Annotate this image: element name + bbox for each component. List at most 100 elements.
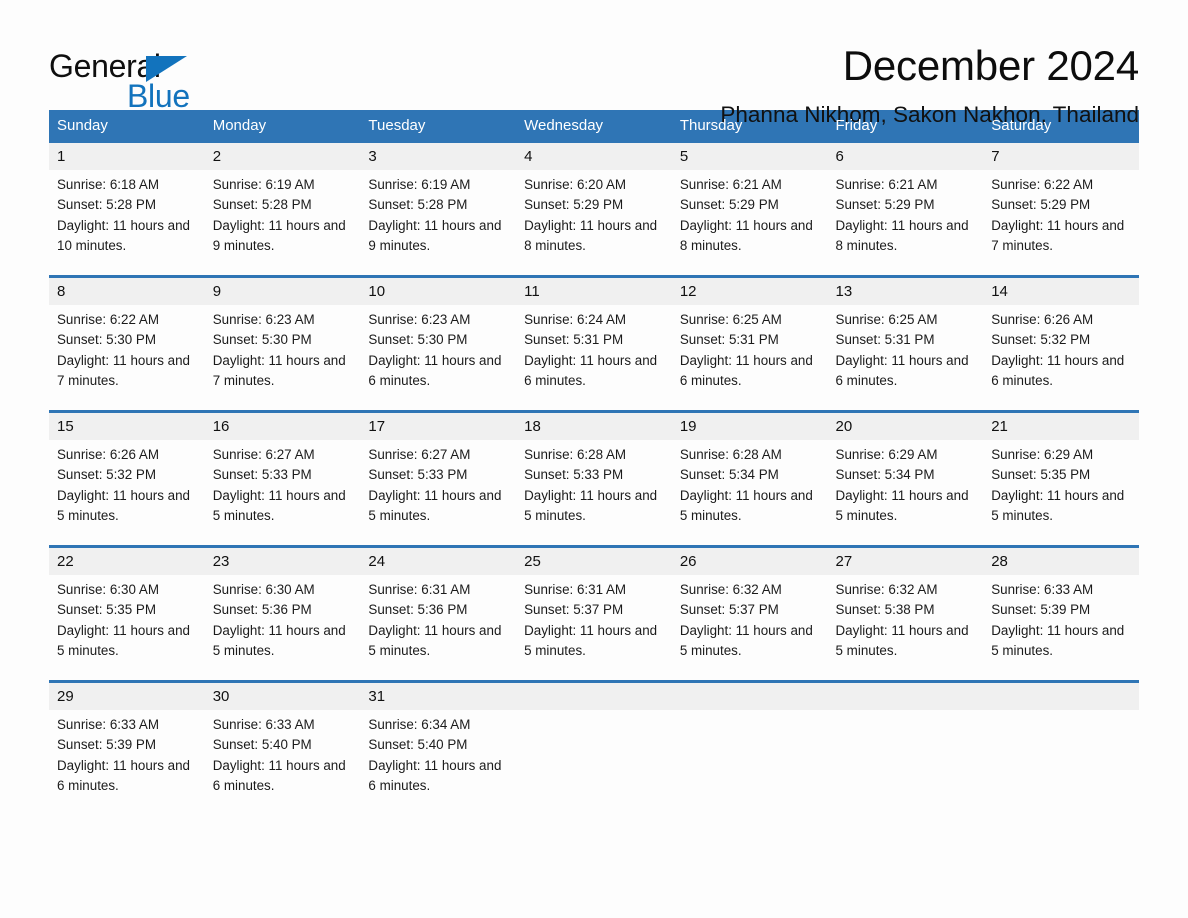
date-number[interactable]: 19 bbox=[671, 410, 828, 440]
sunrise-text: Sunrise: 6:29 AM bbox=[835, 447, 938, 462]
daylight-text: Daylight: 11 hours and 5 minutes. bbox=[991, 622, 1125, 659]
day-cell[interactable]: Sunrise: 6:31 AM Sunset: 5:36 PM Dayligh… bbox=[360, 575, 517, 682]
date-number-empty bbox=[516, 680, 672, 710]
week-4-date-number-row: 22 23 24 25 26 27 28 bbox=[49, 545, 1139, 575]
day-cell[interactable]: Sunrise: 6:26 AM Sunset: 5:32 PM Dayligh… bbox=[983, 305, 1139, 412]
day-cell[interactable]: Sunrise: 6:23 AM Sunset: 5:30 PM Dayligh… bbox=[360, 305, 517, 412]
sunset-text: Sunset: 5:32 PM bbox=[57, 467, 156, 483]
sunrise-text: Sunrise: 6:30 AM bbox=[57, 582, 159, 597]
sunset-text: Sunset: 5:29 PM bbox=[835, 197, 935, 213]
sunrise-text: Sunrise: 6:22 AM bbox=[57, 312, 159, 327]
date-number[interactable]: 27 bbox=[827, 545, 984, 575]
date-number[interactable]: 13 bbox=[827, 275, 984, 305]
day-cell[interactable]: Sunrise: 6:21 AM Sunset: 5:29 PM Dayligh… bbox=[671, 170, 828, 277]
day-cell[interactable]: Sunrise: 6:21 AM Sunset: 5:29 PM Dayligh… bbox=[827, 170, 984, 277]
day-cell[interactable]: Sunrise: 6:20 AM Sunset: 5:29 PM Dayligh… bbox=[516, 170, 672, 277]
sunrise-text: Sunrise: 6:32 AM bbox=[835, 582, 938, 597]
date-number[interactable]: 20 bbox=[827, 410, 984, 440]
daylight-text: Daylight: 11 hours and 10 minutes. bbox=[57, 217, 190, 254]
day-cell[interactable]: Sunrise: 6:19 AM Sunset: 5:28 PM Dayligh… bbox=[360, 170, 517, 277]
day-cell[interactable]: Sunrise: 6:25 AM Sunset: 5:31 PM Dayligh… bbox=[827, 305, 984, 412]
date-number[interactable]: 8 bbox=[49, 275, 205, 305]
date-number[interactable]: 21 bbox=[983, 410, 1139, 440]
sunset-text: Sunset: 5:28 PM bbox=[57, 197, 156, 213]
daylight-text: Daylight: 11 hours and 7 minutes. bbox=[57, 352, 190, 389]
generalblue-logo: General Blue bbox=[49, 44, 209, 114]
sunset-text: Sunset: 5:30 PM bbox=[368, 332, 468, 348]
sunset-text: Sunset: 5:38 PM bbox=[835, 602, 935, 618]
sunset-text: Sunset: 5:34 PM bbox=[835, 467, 935, 483]
date-number[interactable]: 23 bbox=[204, 545, 361, 575]
day-cell[interactable]: Sunrise: 6:24 AM Sunset: 5:31 PM Dayligh… bbox=[516, 305, 672, 412]
daylight-text: Daylight: 11 hours and 5 minutes. bbox=[212, 487, 346, 524]
sunset-text: Sunset: 5:40 PM bbox=[212, 737, 312, 753]
date-number[interactable]: 25 bbox=[516, 545, 672, 575]
date-number[interactable]: 7 bbox=[983, 143, 1139, 170]
day-cell[interactable]: Sunrise: 6:33 AM Sunset: 5:39 PM Dayligh… bbox=[49, 710, 205, 815]
daylight-text: Daylight: 11 hours and 6 minutes. bbox=[368, 757, 502, 794]
day-cell[interactable]: Sunrise: 6:33 AM Sunset: 5:39 PM Dayligh… bbox=[983, 575, 1139, 682]
date-number[interactable]: 11 bbox=[516, 275, 672, 305]
date-number[interactable]: 3 bbox=[360, 143, 517, 170]
day-cell[interactable]: Sunrise: 6:31 AM Sunset: 5:37 PM Dayligh… bbox=[516, 575, 672, 682]
date-number[interactable]: 17 bbox=[360, 410, 517, 440]
date-number[interactable]: 28 bbox=[983, 545, 1139, 575]
date-number[interactable]: 30 bbox=[204, 680, 361, 710]
day-cell[interactable]: Sunrise: 6:29 AM Sunset: 5:35 PM Dayligh… bbox=[983, 440, 1139, 547]
date-number[interactable]: 4 bbox=[516, 143, 672, 170]
day-cell[interactable]: Sunrise: 6:30 AM Sunset: 5:35 PM Dayligh… bbox=[49, 575, 205, 682]
date-number[interactable]: 29 bbox=[49, 680, 205, 710]
date-number[interactable]: 5 bbox=[671, 143, 828, 170]
day-cell[interactable]: Sunrise: 6:26 AM Sunset: 5:32 PM Dayligh… bbox=[49, 440, 205, 547]
daylight-text: Daylight: 11 hours and 5 minutes. bbox=[524, 487, 658, 524]
daylight-text: Daylight: 11 hours and 6 minutes. bbox=[57, 757, 190, 794]
sunset-text: Sunset: 5:31 PM bbox=[835, 332, 935, 348]
date-number[interactable]: 1 bbox=[49, 143, 205, 170]
date-number[interactable]: 2 bbox=[204, 143, 361, 170]
daylight-text: Daylight: 11 hours and 5 minutes. bbox=[835, 622, 969, 659]
sunrise-text: Sunrise: 6:32 AM bbox=[679, 582, 782, 597]
day-cell[interactable]: Sunrise: 6:27 AM Sunset: 5:33 PM Dayligh… bbox=[204, 440, 361, 547]
day-cell[interactable]: Sunrise: 6:18 AM Sunset: 5:28 PM Dayligh… bbox=[49, 170, 205, 277]
day-cell[interactable]: Sunrise: 6:34 AM Sunset: 5:40 PM Dayligh… bbox=[360, 710, 517, 815]
date-number[interactable]: 10 bbox=[360, 275, 517, 305]
date-number[interactable]: 12 bbox=[671, 275, 828, 305]
day-cell[interactable]: Sunrise: 6:28 AM Sunset: 5:34 PM Dayligh… bbox=[671, 440, 828, 547]
day-cell[interactable]: Sunrise: 6:23 AM Sunset: 5:30 PM Dayligh… bbox=[204, 305, 361, 412]
day-cell[interactable]: Sunrise: 6:32 AM Sunset: 5:37 PM Dayligh… bbox=[671, 575, 828, 682]
day-cell[interactable]: Sunrise: 6:33 AM Sunset: 5:40 PM Dayligh… bbox=[204, 710, 361, 815]
day-cell[interactable]: Sunrise: 6:27 AM Sunset: 5:33 PM Dayligh… bbox=[360, 440, 517, 547]
day-cell[interactable]: Sunrise: 6:25 AM Sunset: 5:31 PM Dayligh… bbox=[671, 305, 828, 412]
sunset-text: Sunset: 5:37 PM bbox=[524, 602, 624, 618]
sunrise-text: Sunrise: 6:25 AM bbox=[835, 312, 938, 327]
date-number[interactable]: 14 bbox=[983, 275, 1139, 305]
day-cell[interactable]: Sunrise: 6:28 AM Sunset: 5:33 PM Dayligh… bbox=[516, 440, 672, 547]
date-number[interactable]: 31 bbox=[360, 680, 517, 710]
date-number-empty bbox=[671, 680, 828, 710]
daylight-text: Daylight: 11 hours and 5 minutes. bbox=[212, 622, 346, 659]
sunset-text: Sunset: 5:30 PM bbox=[57, 332, 156, 348]
sunrise-sunset-calendar: Sunday Monday Tuesday Wednesday Thursday… bbox=[49, 110, 1139, 815]
sunrise-text: Sunrise: 6:23 AM bbox=[368, 312, 471, 327]
daylight-text: Daylight: 11 hours and 7 minutes. bbox=[991, 217, 1125, 254]
date-number[interactable]: 15 bbox=[49, 410, 205, 440]
daylight-text: Daylight: 11 hours and 6 minutes. bbox=[835, 352, 969, 389]
date-number[interactable]: 18 bbox=[516, 410, 672, 440]
day-cell[interactable]: Sunrise: 6:29 AM Sunset: 5:34 PM Dayligh… bbox=[827, 440, 984, 547]
sunrise-text: Sunrise: 6:26 AM bbox=[991, 312, 1094, 327]
day-cell[interactable]: Sunrise: 6:22 AM Sunset: 5:30 PM Dayligh… bbox=[49, 305, 205, 412]
daylight-text: Daylight: 11 hours and 7 minutes. bbox=[212, 352, 346, 389]
day-cell[interactable]: Sunrise: 6:30 AM Sunset: 5:36 PM Dayligh… bbox=[204, 575, 361, 682]
day-cell-empty bbox=[983, 710, 1139, 815]
date-number[interactable]: 16 bbox=[204, 410, 361, 440]
day-cell[interactable]: Sunrise: 6:22 AM Sunset: 5:29 PM Dayligh… bbox=[983, 170, 1139, 277]
day-cell[interactable]: Sunrise: 6:19 AM Sunset: 5:28 PM Dayligh… bbox=[204, 170, 361, 277]
day-cell[interactable]: Sunrise: 6:32 AM Sunset: 5:38 PM Dayligh… bbox=[827, 575, 984, 682]
date-number[interactable]: 9 bbox=[204, 275, 361, 305]
sunrise-text: Sunrise: 6:27 AM bbox=[368, 447, 471, 462]
date-number[interactable]: 24 bbox=[360, 545, 517, 575]
date-number[interactable]: 22 bbox=[49, 545, 205, 575]
date-number[interactable]: 6 bbox=[827, 143, 984, 170]
date-number[interactable]: 26 bbox=[671, 545, 828, 575]
sunset-text: Sunset: 5:39 PM bbox=[57, 737, 156, 753]
